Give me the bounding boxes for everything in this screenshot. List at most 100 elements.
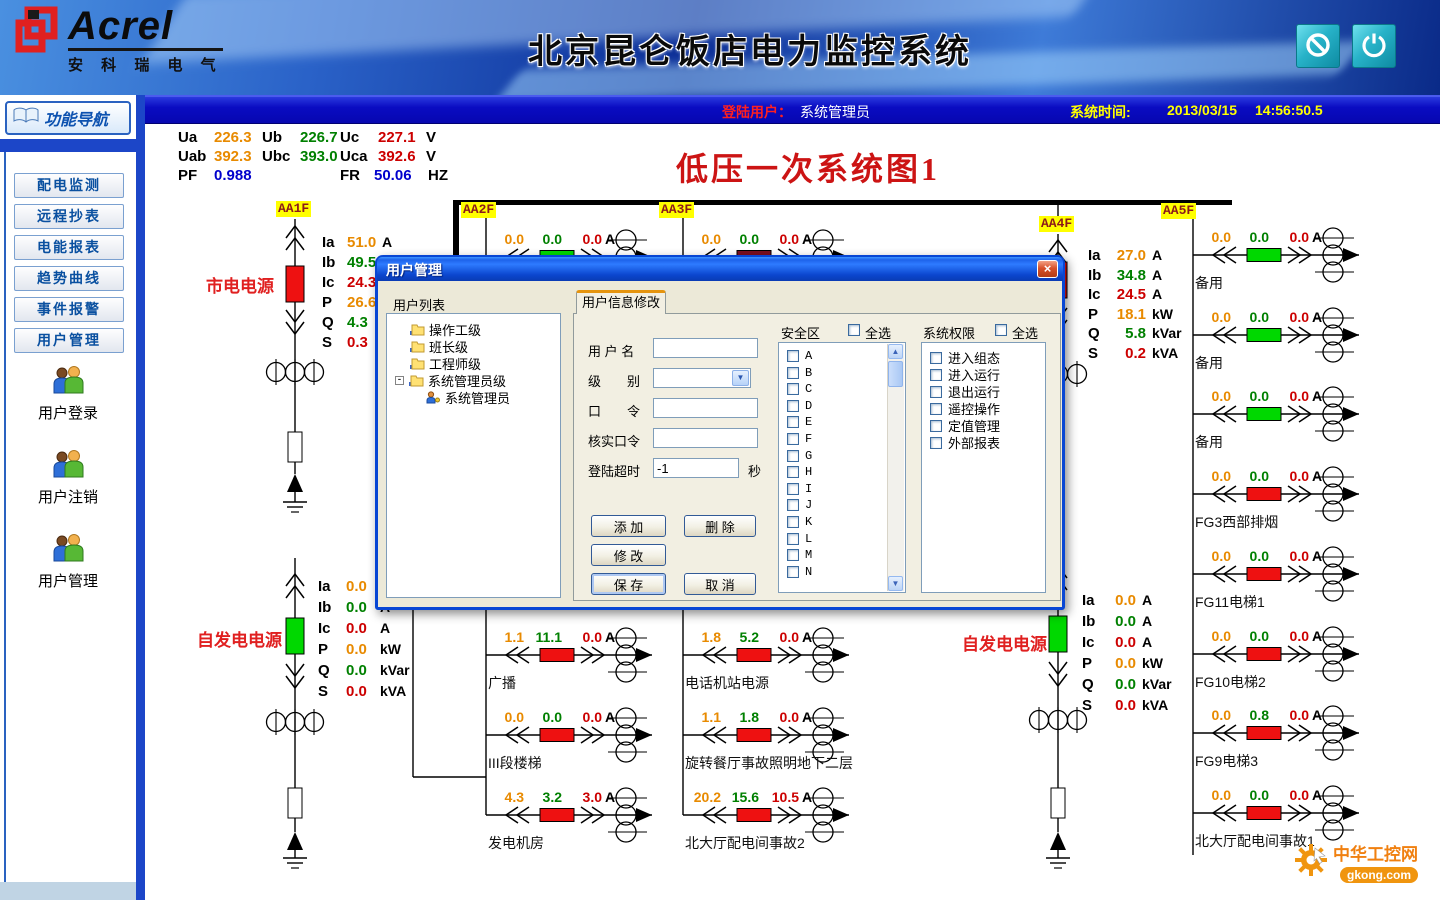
brand-text: Acrel [68, 6, 223, 46]
checkbox-icon[interactable] [787, 367, 799, 379]
checkbox-icon[interactable] [787, 416, 799, 428]
reading-label: Ia [1088, 247, 1101, 264]
password-input[interactable] [653, 398, 758, 418]
permission-item-3[interactable]: 退出运行 [922, 385, 1045, 398]
measurement-l1: Ua [178, 129, 197, 146]
permission-item-1[interactable]: 进入组态 [922, 351, 1045, 364]
sidebar-nav-1[interactable]: 配电监测 [14, 173, 124, 198]
feeder-value-ic: 0.0 [1279, 628, 1309, 644]
source-name-2: 自发电电源 [197, 626, 282, 651]
tree-item-2[interactable]: 班长级 [387, 338, 560, 354]
permission-item-6[interactable]: 外部报表 [922, 436, 1045, 449]
nav-header[interactable]: 功能导航 [5, 101, 131, 135]
permissions-list[interactable]: 进入组态进入运行退出运行遥控操作定值管理外部报表 [921, 342, 1046, 593]
tree-item-4[interactable]: -系统管理员级 [387, 372, 560, 388]
username-input[interactable] [653, 338, 758, 358]
reading-label: S [318, 683, 328, 700]
power-button[interactable] [1352, 24, 1396, 68]
checkbox-icon[interactable] [787, 566, 799, 578]
checkbox-icon[interactable] [930, 403, 942, 415]
reading-unit: kVar [380, 662, 410, 678]
reading-unit: A [380, 620, 390, 636]
chevron-down-icon[interactable]: ▼ [732, 370, 749, 386]
tree-item-5[interactable]: 系统管理员 [387, 389, 560, 405]
sidebar-nav: 配电监测远程抄表电能报表趋势曲线事件报警用户管理 [14, 173, 124, 359]
timeout-unit-label: 秒 [748, 461, 761, 480]
feeder-unit: A [1312, 229, 1322, 245]
checkbox-icon[interactable] [787, 516, 799, 528]
brand-subtext: 安 科 瑞 电 气 [68, 48, 223, 75]
block-icon [1304, 31, 1332, 62]
system-date: 2013/03/15 [1167, 102, 1237, 118]
scrollbar-thumb[interactable] [888, 361, 903, 387]
measurement-l1: PF [178, 167, 197, 184]
checkbox-icon[interactable] [787, 450, 799, 462]
checkbox-icon[interactable] [787, 466, 799, 478]
reading-unit: kVar [1142, 676, 1172, 692]
sidebar-user-action-3[interactable]: 用户管理 [0, 533, 136, 591]
tree-item-1[interactable]: 操作工级 [387, 321, 560, 337]
checkbox-icon[interactable] [930, 386, 942, 398]
checkbox-icon[interactable] [930, 369, 942, 381]
permission-item-2[interactable]: 进入运行 [922, 368, 1045, 381]
checkbox-icon[interactable] [787, 499, 799, 511]
sidebar-divider [136, 95, 145, 900]
checkbox-icon[interactable] [787, 549, 799, 561]
scroll-up-icon[interactable]: ▲ [888, 344, 903, 359]
checkbox-icon[interactable] [787, 383, 799, 395]
sidebar-user-action-1[interactable]: 用户登录 [0, 365, 136, 423]
checkbox-icon[interactable] [787, 350, 799, 362]
power-icon [1360, 31, 1388, 62]
sidebar-nav-2[interactable]: 远程抄表 [14, 204, 124, 229]
safe-zone-list[interactable]: ▲ ▼ ABCDEFGHIJKLMN [778, 342, 906, 593]
measurement-l2: FR [340, 167, 360, 184]
sidebar-user-actions: 用户登录用户注销用户管理 [0, 365, 136, 617]
reading-label: P [1082, 655, 1092, 672]
sidebar-nav-6[interactable]: 用户管理 [14, 328, 124, 353]
sidebar-nav-4[interactable]: 趋势曲线 [14, 266, 124, 291]
checkbox-icon[interactable] [930, 437, 942, 449]
username-label: 用 户 名 [588, 341, 634, 360]
tree-item-3[interactable]: 工程师级 [387, 355, 560, 371]
checkbox-icon[interactable] [787, 400, 799, 412]
checkbox-icon[interactable] [930, 420, 942, 432]
block-button[interactable] [1296, 24, 1340, 68]
checkbox-icon[interactable] [787, 483, 799, 495]
scroll-down-icon[interactable]: ▼ [888, 576, 903, 591]
sidebar-nav-5[interactable]: 事件报警 [14, 297, 124, 322]
permission-item-5[interactable]: 定值管理 [922, 419, 1045, 432]
save-button[interactable]: 保 存 [591, 573, 666, 595]
confirm-password-input[interactable] [653, 428, 758, 448]
tree-expander-icon[interactable]: - [395, 376, 404, 385]
cancel-button[interactable]: 取 消 [684, 573, 756, 595]
permission-item-4[interactable]: 遥控操作 [922, 402, 1045, 415]
measurement-v1: 226.3 [214, 129, 252, 146]
permissions-select-all-checkbox[interactable] [995, 324, 1007, 336]
close-icon[interactable]: × [1037, 260, 1058, 278]
feeder-unit: A [605, 231, 615, 247]
checkbox-icon[interactable] [787, 533, 799, 545]
modify-button[interactable]: 修 改 [591, 544, 666, 566]
safe-zone-item-label: G [805, 449, 812, 463]
add-button[interactable]: 添 加 [591, 515, 666, 537]
measurement-v1: 0.988 [214, 167, 252, 184]
checkbox-icon[interactable] [930, 352, 942, 364]
safe-zone-select-all-checkbox[interactable] [848, 324, 860, 336]
sidebar-user-action-2[interactable]: 用户注销 [0, 449, 136, 507]
source-name-1: 市电电源 [206, 272, 274, 297]
safe-zone-item-label: D [805, 399, 812, 413]
feeder-value-ia: 0.0 [1201, 787, 1231, 803]
login-timeout-input[interactable] [653, 458, 739, 478]
checkbox-icon[interactable] [787, 433, 799, 445]
tab-user-info-edit[interactable]: 用户信息修改 [576, 290, 666, 314]
source-name-4: 自发电电源 [962, 630, 1047, 655]
sidebar-nav-3[interactable]: 电能报表 [14, 235, 124, 260]
safe-zone-item-label: C [805, 382, 812, 396]
delete-button[interactable]: 删 除 [684, 515, 756, 537]
level-select[interactable]: ▼ [653, 368, 751, 388]
feeder-value-ic: 0.0 [1279, 707, 1309, 723]
dialog-titlebar[interactable]: 用户管理 × [377, 257, 1063, 281]
scrollbar[interactable]: ▲ ▼ [887, 344, 904, 591]
user-tree[interactable]: 操作工级班长级工程师级-系统管理员级系统管理员 [386, 313, 561, 598]
safe-zone-item-label: N [805, 565, 812, 579]
